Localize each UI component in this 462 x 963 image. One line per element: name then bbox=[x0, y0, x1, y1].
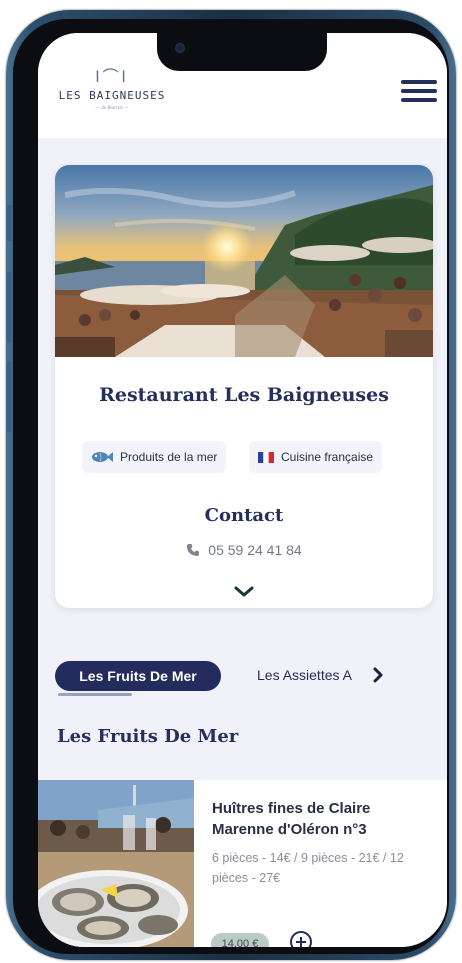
logo[interactable]: ǀ⌒ǀ LES BAIGNEUSES — de Biarritz — bbox=[52, 63, 172, 111]
volume-down-button bbox=[7, 362, 12, 432]
tag-seafood: Produits de la mer bbox=[82, 441, 227, 473]
chevron-down-icon[interactable] bbox=[233, 585, 255, 599]
chevron-right-icon[interactable] bbox=[371, 666, 385, 684]
menu-item-description: 6 pièces - 14€ / 9 pièces - 21€ / 12 piè… bbox=[212, 851, 404, 885]
screen: ǀ⌒ǀ LES BAIGNEUSES — de Biarritz — Resta… bbox=[38, 33, 447, 947]
tab-assiettes[interactable]: Les Assiettes A bbox=[257, 667, 377, 687]
phone-number-text: 05 59 24 41 84 bbox=[208, 542, 302, 558]
logo-subtitle: — de Biarritz — bbox=[95, 106, 129, 111]
tag-french-cuisine: Cuisine française bbox=[249, 441, 383, 473]
restaurant-title: Restaurant Les Baigneuses bbox=[99, 384, 389, 406]
volume-up-button bbox=[7, 272, 12, 342]
section-title: Les Fruits De Mer bbox=[57, 726, 239, 747]
logo-cutlery-icon: ǀ⌒ǀ bbox=[95, 69, 129, 86]
tag-seafood-label: Produits de la mer bbox=[120, 450, 218, 464]
tab-fruits-de-mer[interactable]: Les Fruits De Mer bbox=[55, 661, 221, 691]
fish-icon bbox=[91, 450, 113, 464]
french-flag-icon bbox=[258, 451, 274, 463]
price-badge: 14,00 € bbox=[211, 933, 269, 947]
menu-item[interactable]: Huîtres fines de Claire Marenne d'Oléron… bbox=[38, 780, 447, 947]
phone-notch bbox=[157, 33, 327, 71]
hero-image bbox=[55, 165, 433, 357]
tab-scroll-indicator bbox=[58, 693, 132, 696]
front-camera-icon bbox=[175, 43, 185, 53]
contact-title: Contact bbox=[204, 505, 284, 526]
restaurant-card: Restaurant Les Baigneuses Produits de la… bbox=[55, 165, 433, 608]
logo-name: LES BAIGNEUSES bbox=[58, 89, 166, 102]
tag-french-cuisine-label: Cuisine française bbox=[281, 450, 374, 464]
hamburger-menu-icon[interactable] bbox=[401, 80, 439, 102]
oysters-photo bbox=[38, 780, 194, 947]
add-to-order-button[interactable] bbox=[290, 931, 312, 947]
menu-item-name: Huîtres fines de Claire Marenne d'Oléron… bbox=[212, 800, 371, 838]
silent-switch bbox=[7, 205, 12, 241]
phone-number[interactable]: 05 59 24 41 84 bbox=[55, 542, 433, 560]
phone-icon bbox=[186, 543, 200, 560]
